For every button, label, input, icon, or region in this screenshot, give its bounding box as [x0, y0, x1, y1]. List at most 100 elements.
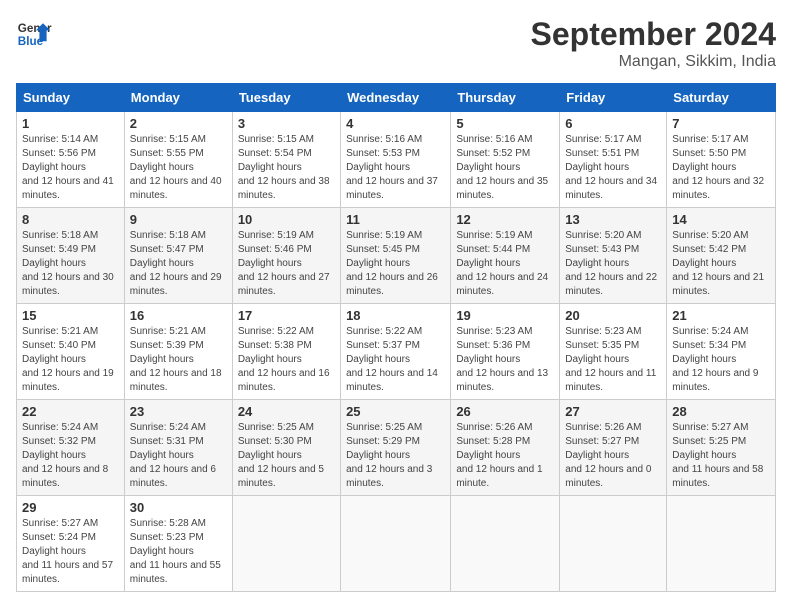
col-header-thursday: Thursday — [451, 84, 560, 112]
day-number: 1 — [22, 116, 119, 131]
calendar-cell: 5 Sunrise: 5:16 AMSunset: 5:52 PMDayligh… — [451, 112, 560, 208]
day-detail: Sunrise: 5:28 AMSunset: 5:23 PMDaylight … — [130, 517, 227, 587]
day-number: 10 — [238, 212, 335, 227]
day-detail: Sunrise: 5:24 AMSunset: 5:34 PMDaylight … — [672, 325, 770, 395]
day-detail: Sunrise: 5:27 AMSunset: 5:24 PMDaylight … — [22, 517, 119, 587]
calendar-cell: 12 Sunrise: 5:19 AMSunset: 5:44 PMDaylig… — [451, 208, 560, 304]
calendar-cell: 29 Sunrise: 5:27 AMSunset: 5:24 PMDaylig… — [17, 496, 125, 592]
day-number: 3 — [238, 116, 335, 131]
calendar-cell — [341, 496, 451, 592]
day-detail: Sunrise: 5:17 AMSunset: 5:51 PMDaylight … — [565, 133, 661, 203]
day-number: 12 — [456, 212, 554, 227]
calendar-week-1: 1 Sunrise: 5:14 AMSunset: 5:56 PMDayligh… — [17, 112, 776, 208]
day-number: 11 — [346, 212, 445, 227]
day-detail: Sunrise: 5:23 AMSunset: 5:35 PMDaylight … — [565, 325, 661, 395]
day-detail: Sunrise: 5:16 AMSunset: 5:52 PMDaylight … — [456, 133, 554, 203]
day-detail: Sunrise: 5:17 AMSunset: 5:50 PMDaylight … — [672, 133, 770, 203]
calendar-week-5: 29 Sunrise: 5:27 AMSunset: 5:24 PMDaylig… — [17, 496, 776, 592]
calendar-cell: 17 Sunrise: 5:22 AMSunset: 5:38 PMDaylig… — [232, 304, 340, 400]
month-title: September 2024 — [531, 16, 776, 53]
day-detail: Sunrise: 5:24 AMSunset: 5:32 PMDaylight … — [22, 421, 119, 491]
calendar-cell: 30 Sunrise: 5:28 AMSunset: 5:23 PMDaylig… — [124, 496, 232, 592]
day-number: 8 — [22, 212, 119, 227]
calendar-cell: 9 Sunrise: 5:18 AMSunset: 5:47 PMDayligh… — [124, 208, 232, 304]
calendar-cell: 1 Sunrise: 5:14 AMSunset: 5:56 PMDayligh… — [17, 112, 125, 208]
calendar-cell: 19 Sunrise: 5:23 AMSunset: 5:36 PMDaylig… — [451, 304, 560, 400]
day-number: 25 — [346, 404, 445, 419]
calendar-cell — [667, 496, 776, 592]
location: Mangan, Sikkim, India — [531, 53, 776, 71]
day-detail: Sunrise: 5:18 AMSunset: 5:49 PMDaylight … — [22, 229, 119, 299]
calendar-cell: 6 Sunrise: 5:17 AMSunset: 5:51 PMDayligh… — [560, 112, 667, 208]
day-number: 7 — [672, 116, 770, 131]
calendar-cell: 7 Sunrise: 5:17 AMSunset: 5:50 PMDayligh… — [667, 112, 776, 208]
calendar-cell: 13 Sunrise: 5:20 AMSunset: 5:43 PMDaylig… — [560, 208, 667, 304]
day-number: 18 — [346, 308, 445, 323]
title-block: September 2024 Mangan, Sikkim, India — [531, 16, 776, 71]
day-detail: Sunrise: 5:20 AMSunset: 5:42 PMDaylight … — [672, 229, 770, 299]
calendar-cell: 11 Sunrise: 5:19 AMSunset: 5:45 PMDaylig… — [341, 208, 451, 304]
calendar-cell: 24 Sunrise: 5:25 AMSunset: 5:30 PMDaylig… — [232, 400, 340, 496]
day-detail: Sunrise: 5:16 AMSunset: 5:53 PMDaylight … — [346, 133, 445, 203]
day-number: 22 — [22, 404, 119, 419]
calendar-cell: 2 Sunrise: 5:15 AMSunset: 5:55 PMDayligh… — [124, 112, 232, 208]
day-detail: Sunrise: 5:15 AMSunset: 5:54 PMDaylight … — [238, 133, 335, 203]
day-detail: Sunrise: 5:26 AMSunset: 5:27 PMDaylight … — [565, 421, 661, 491]
day-detail: Sunrise: 5:27 AMSunset: 5:25 PMDaylight … — [672, 421, 770, 491]
col-header-monday: Monday — [124, 84, 232, 112]
day-number: 29 — [22, 500, 119, 515]
day-number: 2 — [130, 116, 227, 131]
day-number: 26 — [456, 404, 554, 419]
calendar-cell: 3 Sunrise: 5:15 AMSunset: 5:54 PMDayligh… — [232, 112, 340, 208]
calendar-week-3: 15 Sunrise: 5:21 AMSunset: 5:40 PMDaylig… — [17, 304, 776, 400]
day-number: 14 — [672, 212, 770, 227]
day-detail: Sunrise: 5:21 AMSunset: 5:39 PMDaylight … — [130, 325, 227, 395]
col-header-sunday: Sunday — [17, 84, 125, 112]
day-detail: Sunrise: 5:24 AMSunset: 5:31 PMDaylight … — [130, 421, 227, 491]
day-number: 17 — [238, 308, 335, 323]
day-number: 6 — [565, 116, 661, 131]
calendar-cell — [451, 496, 560, 592]
day-detail: Sunrise: 5:15 AMSunset: 5:55 PMDaylight … — [130, 133, 227, 203]
day-detail: Sunrise: 5:26 AMSunset: 5:28 PMDaylight … — [456, 421, 554, 491]
day-number: 9 — [130, 212, 227, 227]
calendar-cell: 26 Sunrise: 5:26 AMSunset: 5:28 PMDaylig… — [451, 400, 560, 496]
calendar-cell: 18 Sunrise: 5:22 AMSunset: 5:37 PMDaylig… — [341, 304, 451, 400]
day-number: 24 — [238, 404, 335, 419]
calendar-cell: 27 Sunrise: 5:26 AMSunset: 5:27 PMDaylig… — [560, 400, 667, 496]
day-number: 27 — [565, 404, 661, 419]
day-detail: Sunrise: 5:20 AMSunset: 5:43 PMDaylight … — [565, 229, 661, 299]
day-number: 16 — [130, 308, 227, 323]
logo-icon: General Blue — [16, 16, 52, 52]
day-detail: Sunrise: 5:19 AMSunset: 5:45 PMDaylight … — [346, 229, 445, 299]
calendar-body: 1 Sunrise: 5:14 AMSunset: 5:56 PMDayligh… — [17, 112, 776, 592]
calendar-cell: 8 Sunrise: 5:18 AMSunset: 5:49 PMDayligh… — [17, 208, 125, 304]
calendar-cell: 21 Sunrise: 5:24 AMSunset: 5:34 PMDaylig… — [667, 304, 776, 400]
page-header: General Blue September 2024 Mangan, Sikk… — [16, 16, 776, 71]
calendar-cell: 22 Sunrise: 5:24 AMSunset: 5:32 PMDaylig… — [17, 400, 125, 496]
day-detail: Sunrise: 5:23 AMSunset: 5:36 PMDaylight … — [456, 325, 554, 395]
calendar-cell — [232, 496, 340, 592]
day-detail: Sunrise: 5:25 AMSunset: 5:30 PMDaylight … — [238, 421, 335, 491]
day-detail: Sunrise: 5:18 AMSunset: 5:47 PMDaylight … — [130, 229, 227, 299]
day-number: 30 — [130, 500, 227, 515]
day-number: 15 — [22, 308, 119, 323]
calendar-table: SundayMondayTuesdayWednesdayThursdayFrid… — [16, 83, 776, 592]
day-number: 13 — [565, 212, 661, 227]
day-detail: Sunrise: 5:19 AMSunset: 5:44 PMDaylight … — [456, 229, 554, 299]
day-number: 5 — [456, 116, 554, 131]
logo: General Blue — [16, 16, 52, 52]
calendar-cell — [560, 496, 667, 592]
calendar-week-4: 22 Sunrise: 5:24 AMSunset: 5:32 PMDaylig… — [17, 400, 776, 496]
calendar-cell: 10 Sunrise: 5:19 AMSunset: 5:46 PMDaylig… — [232, 208, 340, 304]
day-detail: Sunrise: 5:22 AMSunset: 5:38 PMDaylight … — [238, 325, 335, 395]
calendar-cell: 28 Sunrise: 5:27 AMSunset: 5:25 PMDaylig… — [667, 400, 776, 496]
col-header-tuesday: Tuesday — [232, 84, 340, 112]
day-number: 19 — [456, 308, 554, 323]
day-number: 4 — [346, 116, 445, 131]
calendar-cell: 15 Sunrise: 5:21 AMSunset: 5:40 PMDaylig… — [17, 304, 125, 400]
calendar-cell: 14 Sunrise: 5:20 AMSunset: 5:42 PMDaylig… — [667, 208, 776, 304]
calendar-week-2: 8 Sunrise: 5:18 AMSunset: 5:49 PMDayligh… — [17, 208, 776, 304]
calendar-cell: 20 Sunrise: 5:23 AMSunset: 5:35 PMDaylig… — [560, 304, 667, 400]
day-detail: Sunrise: 5:22 AMSunset: 5:37 PMDaylight … — [346, 325, 445, 395]
